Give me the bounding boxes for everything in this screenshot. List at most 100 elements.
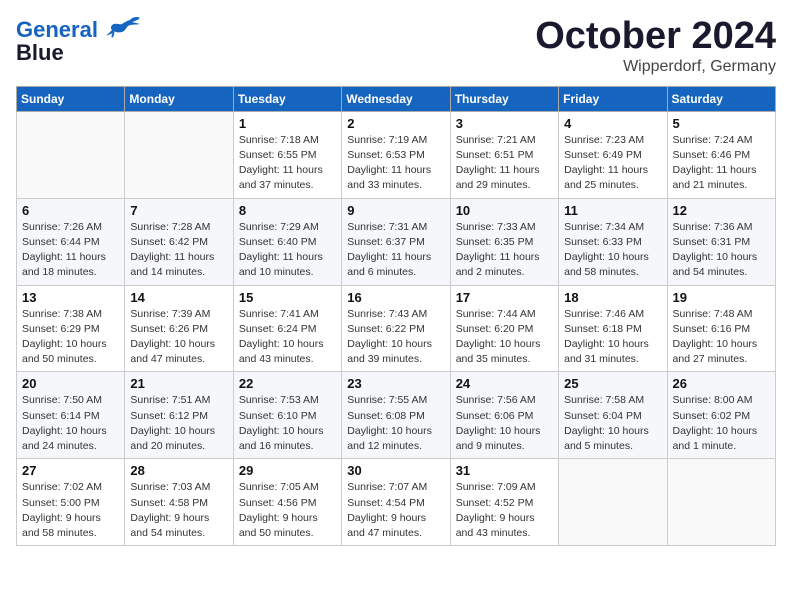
logo-text: General xyxy=(16,18,98,42)
day-info: Sunrise: 7:36 AM Sunset: 6:31 PM Dayligh… xyxy=(673,220,770,281)
calendar-cell: 19 Sunrise: 7:48 AM Sunset: 6:16 PM Dayli… xyxy=(667,285,775,372)
day-number: 4 xyxy=(564,116,661,131)
calendar-cell xyxy=(125,111,233,198)
calendar-cell: 27Sunrise: 7:02 AM Sunset: 5:00 PM Dayli… xyxy=(17,459,125,546)
day-number: 8 xyxy=(239,203,336,218)
month-title: October 2024 xyxy=(535,16,776,58)
day-number: 7 xyxy=(130,203,227,218)
calendar-cell: 15 Sunrise: 7:41 AM Sunset: 6:24 PM Dayli… xyxy=(233,285,341,372)
calendar-cell: 12 Sunrise: 7:36 AM Sunset: 6:31 PM Dayli… xyxy=(667,198,775,285)
calendar-cell: 23 Sunrise: 7:55 AM Sunset: 6:08 PM Dayli… xyxy=(342,372,450,459)
calendar-table: SundayMondayTuesdayWednesdayThursdayFrid… xyxy=(16,86,776,546)
location-title: Wipperdorf, Germany xyxy=(535,58,776,76)
calendar-cell: 17 Sunrise: 7:44 AM Sunset: 6:20 PM Dayli… xyxy=(450,285,558,372)
calendar-cell: 4 Sunrise: 7:23 AM Sunset: 6:49 PM Daylig… xyxy=(559,111,667,198)
calendar-cell xyxy=(667,459,775,546)
weekday-header-row: SundayMondayTuesdayWednesdayThursdayFrid… xyxy=(17,86,776,111)
day-number: 23 xyxy=(347,376,444,391)
day-info: Sunrise: 7:41 AM Sunset: 6:24 PM Dayligh… xyxy=(239,307,336,368)
calendar-cell: 20Sunrise: 7:50 AM Sunset: 6:14 PM Dayli… xyxy=(17,372,125,459)
weekday-header-wednesday: Wednesday xyxy=(342,86,450,111)
day-info: Sunrise: 7:53 AM Sunset: 6:10 PM Dayligh… xyxy=(239,393,336,454)
day-info: Sunrise: 7:28 AM Sunset: 6:42 PM Dayligh… xyxy=(130,220,227,281)
calendar-cell: 26 Sunrise: 8:00 AM Sunset: 6:02 PM Dayli… xyxy=(667,372,775,459)
calendar-cell: 31 Sunrise: 7:09 AM Sunset: 4:52 PM Dayli… xyxy=(450,459,558,546)
day-info: Sunrise: 7:21 AM Sunset: 6:51 PM Dayligh… xyxy=(456,133,553,194)
day-info: Sunrise: 7:50 AM Sunset: 6:14 PM Dayligh… xyxy=(22,393,119,454)
weekday-header-thursday: Thursday xyxy=(450,86,558,111)
day-info: Sunrise: 7:39 AM Sunset: 6:26 PM Dayligh… xyxy=(130,307,227,368)
day-number: 22 xyxy=(239,376,336,391)
day-info: Sunrise: 7:51 AM Sunset: 6:12 PM Dayligh… xyxy=(130,393,227,454)
week-row-4: 20Sunrise: 7:50 AM Sunset: 6:14 PM Dayli… xyxy=(17,372,776,459)
calendar-cell: 2Sunrise: 7:19 AM Sunset: 6:53 PM Daylig… xyxy=(342,111,450,198)
day-number: 6 xyxy=(22,203,119,218)
day-info: Sunrise: 7:07 AM Sunset: 4:54 PM Dayligh… xyxy=(347,480,444,541)
calendar-cell: 13 Sunrise: 7:38 AM Sunset: 6:29 PM Dayli… xyxy=(17,285,125,372)
calendar-cell: 21 Sunrise: 7:51 AM Sunset: 6:12 PM Dayli… xyxy=(125,372,233,459)
day-info: Sunrise: 7:23 AM Sunset: 6:49 PM Dayligh… xyxy=(564,133,661,194)
day-number: 11 xyxy=(564,203,661,218)
week-row-5: 27Sunrise: 7:02 AM Sunset: 5:00 PM Dayli… xyxy=(17,459,776,546)
day-number: 1 xyxy=(239,116,336,131)
day-number: 5 xyxy=(673,116,770,131)
day-number: 16 xyxy=(347,290,444,305)
calendar-cell: 8 Sunrise: 7:29 AM Sunset: 6:40 PM Daylig… xyxy=(233,198,341,285)
day-number: 25 xyxy=(564,376,661,391)
week-row-3: 13 Sunrise: 7:38 AM Sunset: 6:29 PM Dayli… xyxy=(17,285,776,372)
calendar-cell: 14 Sunrise: 7:39 AM Sunset: 6:26 PM Dayli… xyxy=(125,285,233,372)
day-info: Sunrise: 7:55 AM Sunset: 6:08 PM Dayligh… xyxy=(347,393,444,454)
calendar-cell: 1Sunrise: 7:18 AM Sunset: 6:55 PM Daylig… xyxy=(233,111,341,198)
day-number: 26 xyxy=(673,376,770,391)
weekday-header-sunday: Sunday xyxy=(17,86,125,111)
calendar-cell: 29Sunrise: 7:05 AM Sunset: 4:56 PM Dayli… xyxy=(233,459,341,546)
day-number: 29 xyxy=(239,463,336,478)
calendar-cell: 30 Sunrise: 7:07 AM Sunset: 4:54 PM Dayli… xyxy=(342,459,450,546)
day-info: Sunrise: 7:58 AM Sunset: 6:04 PM Dayligh… xyxy=(564,393,661,454)
day-info: Sunrise: 7:56 AM Sunset: 6:06 PM Dayligh… xyxy=(456,393,553,454)
day-info: Sunrise: 7:44 AM Sunset: 6:20 PM Dayligh… xyxy=(456,307,553,368)
day-info: Sunrise: 7:29 AM Sunset: 6:40 PM Dayligh… xyxy=(239,220,336,281)
day-number: 19 xyxy=(673,290,770,305)
day-number: 30 xyxy=(347,463,444,478)
weekday-header-monday: Monday xyxy=(125,86,233,111)
calendar-cell: 24 Sunrise: 7:56 AM Sunset: 6:06 PM Dayli… xyxy=(450,372,558,459)
week-row-2: 6 Sunrise: 7:26 AM Sunset: 6:44 PM Daylig… xyxy=(17,198,776,285)
calendar-cell: 9Sunrise: 7:31 AM Sunset: 6:37 PM Daylig… xyxy=(342,198,450,285)
calendar-cell: 22 Sunrise: 7:53 AM Sunset: 6:10 PM Dayli… xyxy=(233,372,341,459)
calendar-cell: 28Sunrise: 7:03 AM Sunset: 4:58 PM Dayli… xyxy=(125,459,233,546)
day-info: Sunrise: 7:24 AM Sunset: 6:46 PM Dayligh… xyxy=(673,133,770,194)
day-number: 10 xyxy=(456,203,553,218)
day-number: 2 xyxy=(347,116,444,131)
week-row-1: 1Sunrise: 7:18 AM Sunset: 6:55 PM Daylig… xyxy=(17,111,776,198)
calendar-cell: 25 Sunrise: 7:58 AM Sunset: 6:04 PM Dayli… xyxy=(559,372,667,459)
day-number: 31 xyxy=(456,463,553,478)
day-number: 24 xyxy=(456,376,553,391)
calendar-cell: 5 Sunrise: 7:24 AM Sunset: 6:46 PM Daylig… xyxy=(667,111,775,198)
day-info: Sunrise: 7:26 AM Sunset: 6:44 PM Dayligh… xyxy=(22,220,119,281)
day-info: Sunrise: 7:09 AM Sunset: 4:52 PM Dayligh… xyxy=(456,480,553,541)
day-number: 27 xyxy=(22,463,119,478)
logo-blue-text: Blue xyxy=(16,40,64,66)
day-info: Sunrise: 7:38 AM Sunset: 6:29 PM Dayligh… xyxy=(22,307,119,368)
day-number: 9 xyxy=(347,203,444,218)
day-number: 15 xyxy=(239,290,336,305)
day-info: Sunrise: 7:48 AM Sunset: 6:16 PM Dayligh… xyxy=(673,307,770,368)
logo: General Blue xyxy=(16,16,140,66)
day-number: 21 xyxy=(130,376,227,391)
calendar-cell: 16 Sunrise: 7:43 AM Sunset: 6:22 PM Dayli… xyxy=(342,285,450,372)
day-number: 13 xyxy=(22,290,119,305)
day-number: 12 xyxy=(673,203,770,218)
calendar-cell: 11 Sunrise: 7:34 AM Sunset: 6:33 PM Dayli… xyxy=(559,198,667,285)
weekday-header-tuesday: Tuesday xyxy=(233,86,341,111)
day-info: Sunrise: 7:43 AM Sunset: 6:22 PM Dayligh… xyxy=(347,307,444,368)
day-number: 28 xyxy=(130,463,227,478)
day-number: 14 xyxy=(130,290,227,305)
calendar-cell: 6 Sunrise: 7:26 AM Sunset: 6:44 PM Daylig… xyxy=(17,198,125,285)
calendar-cell: 18Sunrise: 7:46 AM Sunset: 6:18 PM Dayli… xyxy=(559,285,667,372)
day-info: Sunrise: 7:34 AM Sunset: 6:33 PM Dayligh… xyxy=(564,220,661,281)
day-info: Sunrise: 8:00 AM Sunset: 6:02 PM Dayligh… xyxy=(673,393,770,454)
day-number: 17 xyxy=(456,290,553,305)
logo-bird-icon xyxy=(102,16,140,44)
title-block: October 2024 Wipperdorf, Germany xyxy=(535,16,776,76)
